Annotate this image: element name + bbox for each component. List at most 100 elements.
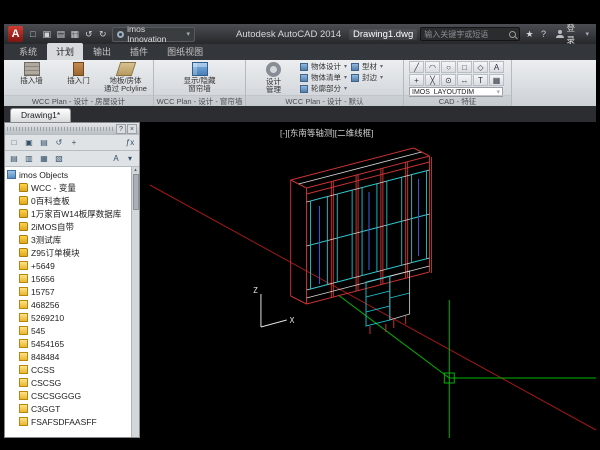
window-top-frame bbox=[0, 0, 600, 24]
undo-icon[interactable]: ↺ bbox=[82, 28, 95, 41]
cad-tool-button[interactable]: A bbox=[489, 61, 504, 73]
tree-item-icon bbox=[19, 274, 28, 283]
viewport-controls[interactable]: [-][东南等轴测][二维线框] bbox=[280, 127, 374, 139]
app-menu-button[interactable]: A bbox=[8, 26, 23, 42]
close-icon[interactable]: × bbox=[127, 124, 137, 134]
tree-item[interactable]: CCSS bbox=[7, 363, 131, 376]
new-object-icon[interactable]: □ bbox=[7, 136, 21, 149]
cad-tool-button[interactable]: + bbox=[409, 74, 424, 86]
tree-item[interactable]: CSCSG bbox=[7, 376, 131, 389]
refresh-icon[interactable]: ↺ bbox=[52, 136, 66, 149]
ribbon-big-button[interactable]: 显示/隐藏 窗帘墙 bbox=[177, 61, 222, 95]
cad-tool-button[interactable]: □ bbox=[457, 61, 472, 73]
cad-tool-button[interactable]: ↔ bbox=[457, 74, 472, 86]
tree-item-icon bbox=[19, 209, 28, 218]
cad-tool-button[interactable]: ⊙ bbox=[441, 74, 456, 86]
ribbon-tab[interactable]: 输出 bbox=[84, 43, 120, 60]
cad-tool-button[interactable]: ◇ bbox=[473, 61, 488, 73]
cad-tool-button[interactable]: ╱ bbox=[409, 61, 424, 73]
tree-item[interactable]: 545 bbox=[7, 324, 131, 337]
save-icon[interactable]: ▤ bbox=[54, 28, 67, 41]
palette-scrollbar[interactable]: ▴ bbox=[131, 167, 139, 437]
view-list-icon[interactable]: ▤ bbox=[7, 152, 21, 165]
object-icon bbox=[300, 74, 308, 82]
tree-item[interactable]: 15757 bbox=[7, 285, 131, 298]
workspace-switcher[interactable]: imos Innovation ▾ bbox=[112, 27, 195, 42]
cad-tool-button[interactable]: T bbox=[473, 74, 488, 86]
tree-item[interactable]: +5649 bbox=[7, 259, 131, 272]
cad-tool-button[interactable]: ◠ bbox=[425, 61, 440, 73]
tree-item-icon bbox=[19, 300, 28, 309]
tree-item[interactable]: 5269210 bbox=[7, 311, 131, 324]
sort-icon[interactable]: ▧ bbox=[52, 152, 66, 165]
help-icon[interactable]: ? bbox=[116, 124, 126, 134]
ribbon-small-button[interactable]: 物体清单 ▾ bbox=[300, 72, 347, 83]
drawing-area[interactable]: [-][东南等轴测][二维线框] bbox=[140, 122, 596, 438]
drawing-viewport[interactable]: Z X bbox=[140, 122, 596, 438]
search-input[interactable] bbox=[424, 30, 507, 39]
cad-tool-button[interactable]: ▦ bbox=[489, 74, 504, 86]
palette-grip[interactable] bbox=[7, 127, 114, 131]
tree-item[interactable]: 5454165 bbox=[7, 337, 131, 350]
gear-icon bbox=[266, 62, 281, 77]
ribbon-tab[interactable]: 插件 bbox=[121, 43, 157, 60]
ribbon-big-button[interactable]: 地板/房体 通过 Pclyline bbox=[103, 61, 148, 95]
open-icon[interactable]: ▣ bbox=[40, 28, 53, 41]
palette-header: ?× bbox=[5, 123, 139, 135]
tree-item-icon bbox=[19, 352, 28, 361]
ribbon-big-button[interactable]: 插入门 bbox=[56, 61, 101, 95]
tree-item[interactable]: 468256 bbox=[7, 298, 131, 311]
ribbon-small-button[interactable]: 轮廓部分 ▾ bbox=[300, 83, 347, 94]
tree-item[interactable]: 0百科查板 bbox=[7, 194, 131, 207]
ucs-icon: Z X bbox=[253, 286, 295, 327]
text-icon[interactable]: A bbox=[109, 152, 123, 165]
tree-item[interactable]: 2iMOS自带 bbox=[7, 220, 131, 233]
tree-item-icon bbox=[19, 287, 28, 296]
ribbon-big-button[interactable]: 插入墙 bbox=[9, 61, 54, 95]
imos-objects-icon bbox=[7, 170, 16, 179]
tree-item[interactable]: 3测试库 bbox=[7, 233, 131, 246]
tree-item[interactable]: CSCSGGGG bbox=[7, 389, 131, 402]
tree-item[interactable]: 15656 bbox=[7, 272, 131, 285]
command-line-area bbox=[0, 438, 600, 450]
sign-in-button[interactable]: 登录 ▾ bbox=[553, 22, 592, 46]
filter-icon[interactable]: ▦ bbox=[37, 152, 51, 165]
search-icon[interactable] bbox=[509, 31, 516, 38]
menu-icon[interactable]: ▾ bbox=[123, 152, 137, 165]
open-icon[interactable]: ▣ bbox=[22, 136, 36, 149]
file-tab-drawing1[interactable]: Drawing1* bbox=[10, 108, 71, 122]
tree-item[interactable]: C3GGT bbox=[7, 402, 131, 415]
save-icon[interactable]: ▤ bbox=[37, 136, 51, 149]
ribbon-small-button[interactable]: 封边 ▾ bbox=[351, 72, 383, 83]
tree-root[interactable]: imos Objects bbox=[7, 168, 131, 181]
ribbon-small-button[interactable]: 物体设计 ▾ bbox=[300, 61, 347, 72]
redo-icon[interactable]: ↻ bbox=[96, 28, 109, 41]
function-icon[interactable]: ƒx bbox=[123, 136, 137, 149]
help-icon[interactable]: ? bbox=[537, 28, 550, 41]
ribbon-panel-default: 设计 管理 物体设计 ▾ 物体清单 ▾ bbox=[246, 60, 404, 106]
cad-tool-button[interactable]: ╳ bbox=[425, 74, 440, 86]
ribbon-tab[interactable]: 系统 bbox=[10, 43, 46, 60]
cabinet-frame-lines bbox=[291, 148, 432, 334]
scrollbar-thumb[interactable] bbox=[133, 174, 139, 210]
scroll-up-icon[interactable]: ▴ bbox=[134, 167, 137, 173]
view-grid-icon[interactable]: ▥ bbox=[22, 152, 36, 165]
ribbon-small-button[interactable]: 型材 ▾ bbox=[351, 61, 383, 72]
design-manager-button[interactable]: 设计 管理 bbox=[251, 61, 296, 95]
quick-access-toolbar: □▣▤▦↺↻ bbox=[26, 28, 109, 41]
tree-item[interactable]: 1万家百W14板厚数据库 bbox=[7, 207, 131, 220]
chevron-down-icon: ▾ bbox=[380, 63, 383, 70]
new-icon[interactable]: □ bbox=[26, 28, 39, 41]
tree-item[interactable]: WCC - 变量 bbox=[7, 181, 131, 194]
add-icon[interactable]: + bbox=[67, 136, 81, 149]
ribbon-panel-house-design: 插入墙 插入门 地板/房体 通过 Pclyline bbox=[4, 60, 154, 106]
exchange-icon[interactable]: ★ bbox=[523, 28, 536, 41]
tree-item[interactable]: Z95订单模块 bbox=[7, 246, 131, 259]
plot-icon[interactable]: ▦ bbox=[68, 28, 81, 41]
tree-item[interactable]: 848484 bbox=[7, 350, 131, 363]
tree-item[interactable]: FSAFSDFAASFF bbox=[7, 415, 131, 428]
ribbon-tab[interactable]: 计划 bbox=[47, 43, 83, 60]
cad-tool-button[interactable]: ○ bbox=[441, 61, 456, 73]
ribbon-tab[interactable]: 图纸视图 bbox=[158, 43, 212, 60]
chevron-down-icon: ▾ bbox=[344, 74, 347, 81]
